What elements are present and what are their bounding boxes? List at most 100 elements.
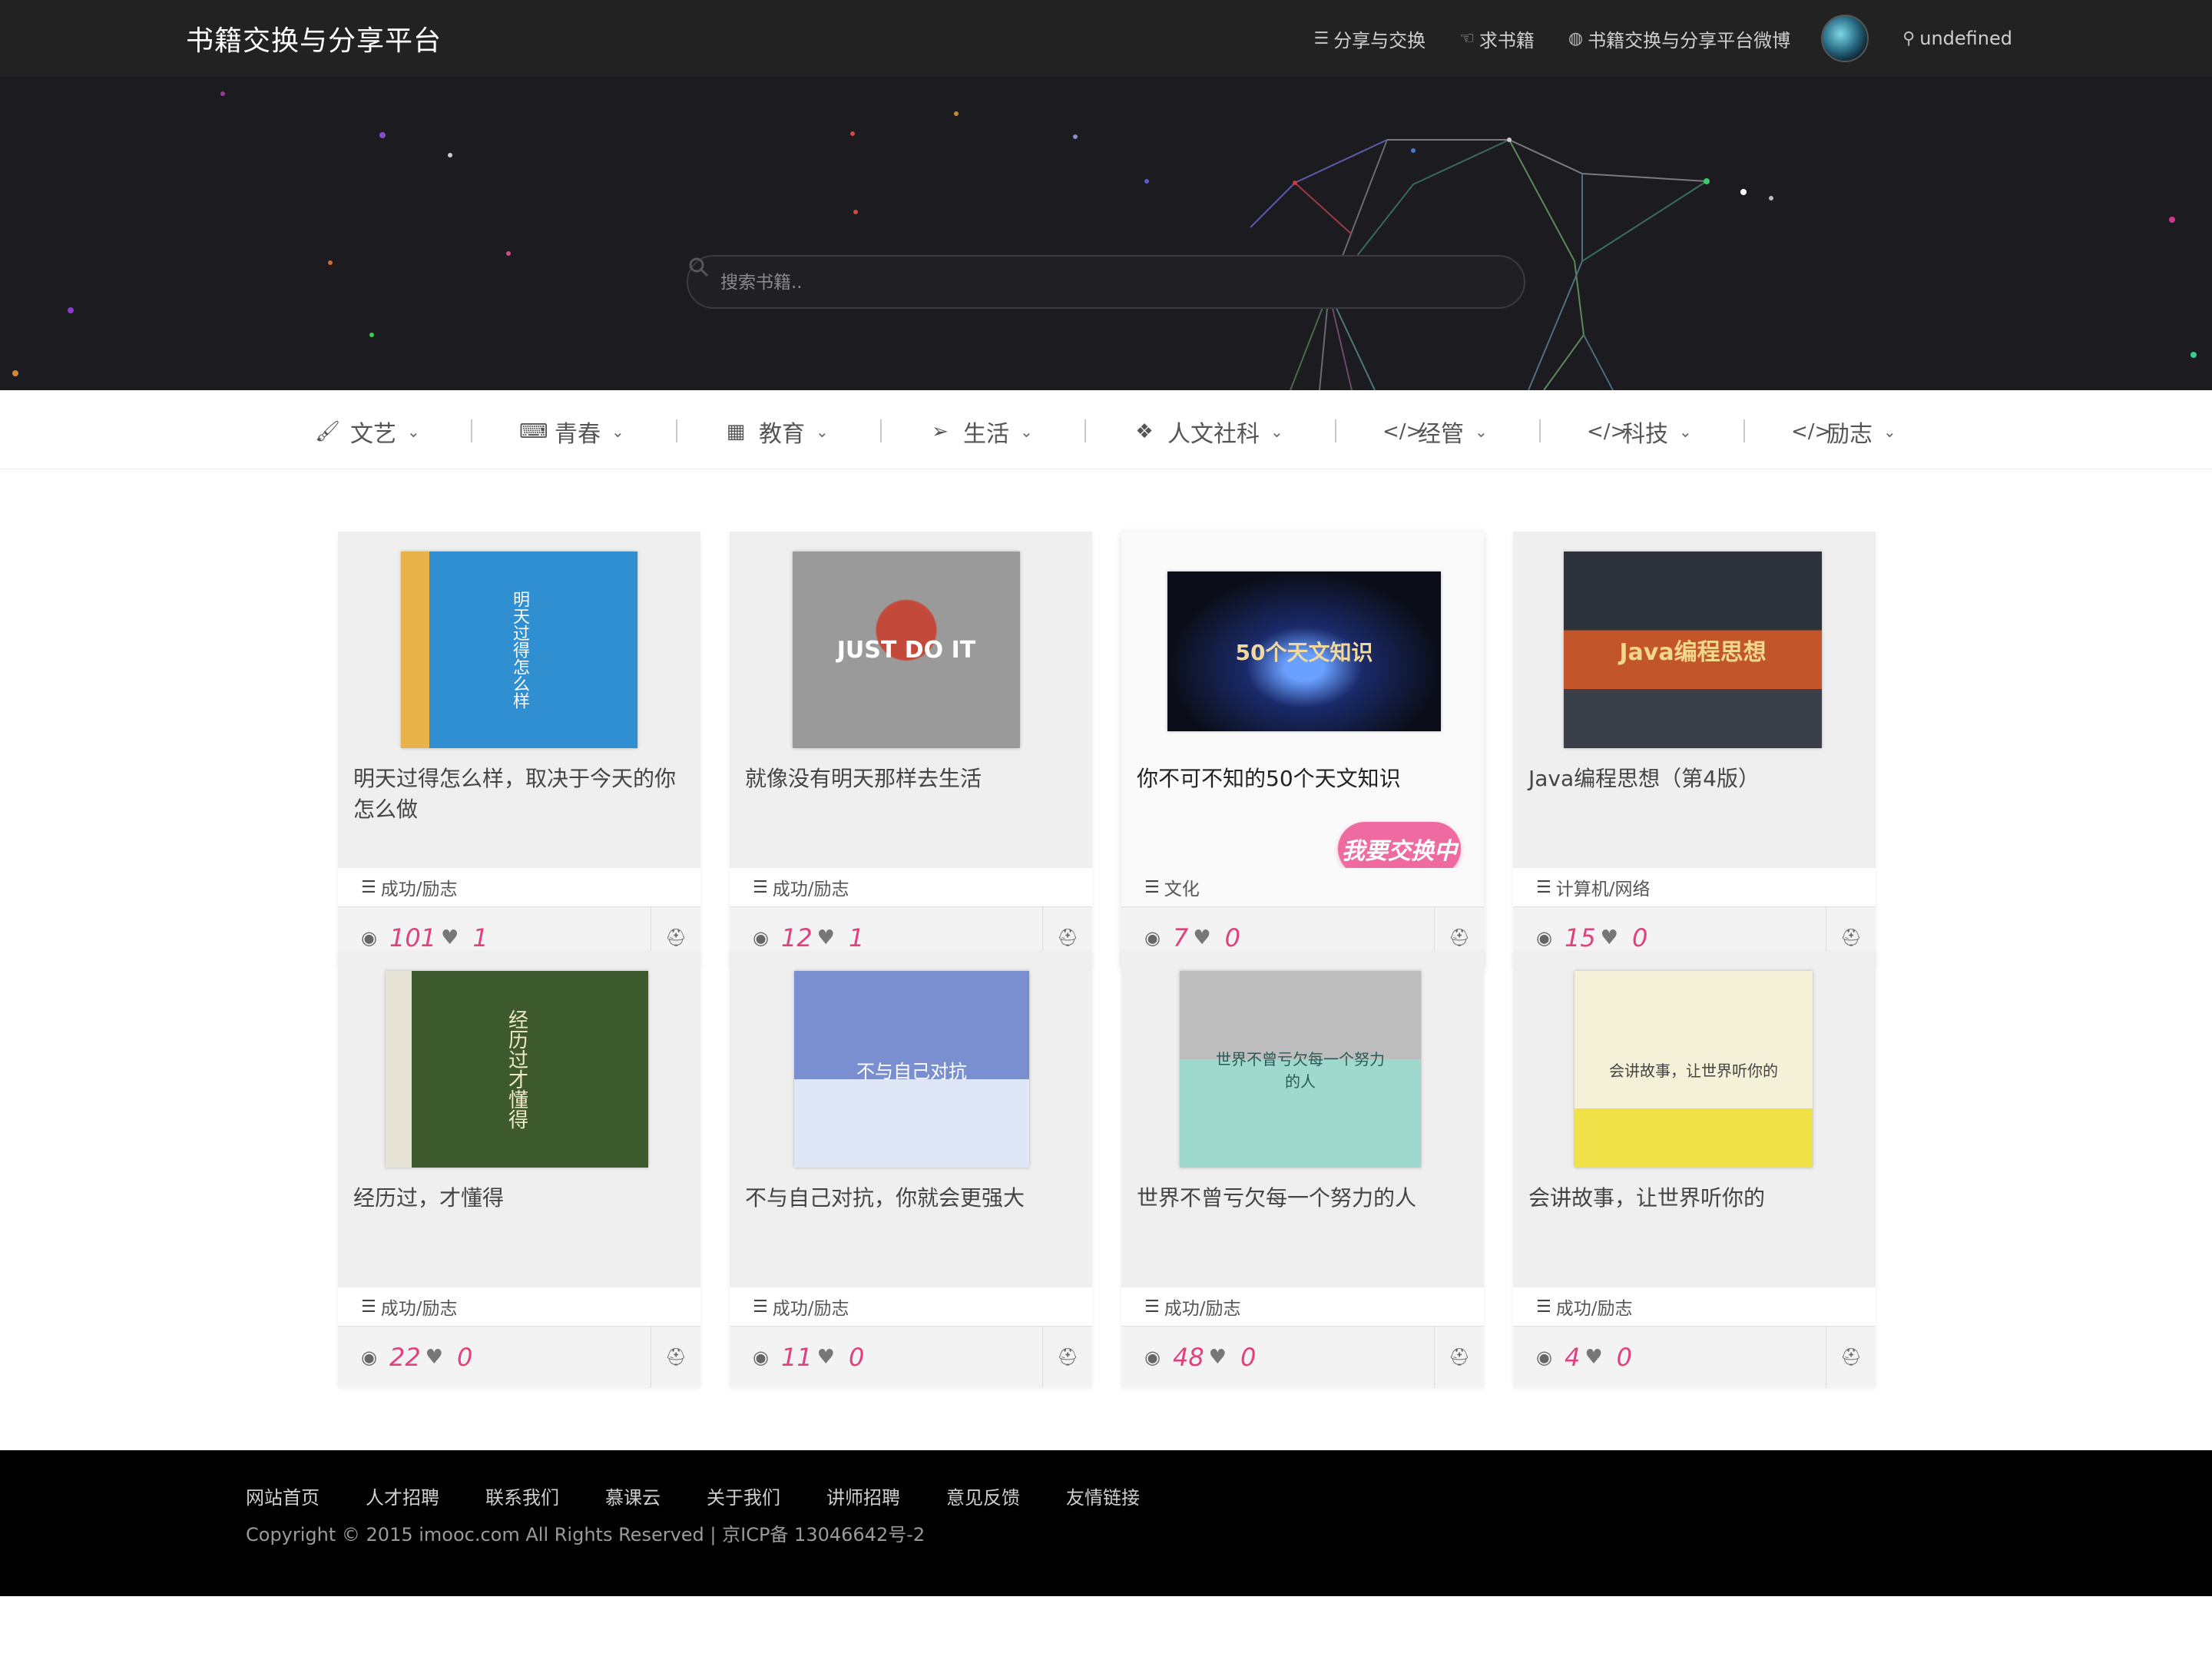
like-count: 0 — [848, 1343, 865, 1372]
heart-icon[interactable]: ♥ — [1601, 926, 1618, 949]
book-card[interactable]: Java编程思想 Java编程思想（第4版） ☰ 计算机/网络 ◉ 15 ♥ 0… — [1513, 532, 1876, 969]
book-title[interactable]: 世界不曾亏欠每一个努力的人 — [1137, 1183, 1469, 1214]
book-card[interactable]: 不与自己对抗 不与自己对抗，你就会更强大 ☰ 成功/励志 ◉ 11 ♥ 0 ⛑ — [730, 951, 1092, 1388]
category-label: 生活 — [963, 421, 1009, 448]
footer-link-contact[interactable]: 联系我们 — [485, 1483, 559, 1509]
heart-icon[interactable]: ♥ — [1193, 926, 1210, 949]
book-card[interactable]: 世界不曾亏欠每一个努力的人 世界不曾亏欠每一个努力的人 ☰ 成功/励志 ◉ 48… — [1121, 951, 1484, 1388]
book-stats: ◉ 4 ♥ 0 ⛑ — [1513, 1326, 1876, 1388]
book-cover[interactable]: 经历过才懂得 — [338, 971, 700, 1171]
book-stats: ◉ 22 ♥ 0 ⛑ — [338, 1326, 700, 1388]
book-category-label: 计算机/网络 — [1555, 880, 1651, 899]
category-qingchun[interactable]: ⌨ 青春 ⌄ — [519, 415, 624, 449]
category-renwensheke[interactable]: ❖ 人文社科 ⌄ — [1132, 415, 1283, 449]
book-cover-image: 会讲故事，让世界听你的 — [1575, 971, 1813, 1168]
nav-weibo[interactable]: ◍ 书籍交换与分享平台微博 — [1568, 25, 1790, 52]
top-navbar: 书籍交换与分享平台 ☰ 分享与交换 ☜ 求书籍 ◍ 书籍交换与分享平台微博 ⚲ … — [0, 0, 2212, 77]
page-footer: 网站首页 人才招聘 联系我们 慕课云 关于我们 讲师招聘 意见反馈 友情链接 C… — [0, 1450, 2212, 1596]
book-cover[interactable]: 世界不曾亏欠每一个努力的人 — [1121, 971, 1484, 1171]
book-cover[interactable]: Java编程思想 — [1513, 552, 1876, 751]
dropbox-icon: ❖ — [1135, 420, 1154, 443]
category-keji[interactable]: </> 科技 ⌄ — [1587, 415, 1692, 449]
footer-link-lecturer[interactable]: 讲师招聘 — [826, 1483, 900, 1509]
book-cover-image: 50个天文知识 — [1167, 571, 1441, 731]
cover-text: 会讲故事，让世界听你的 — [1609, 1061, 1778, 1080]
user-secret-icon[interactable]: ⛑ — [1826, 1327, 1876, 1388]
book-title[interactable]: 不与自己对抗，你就会更强大 — [745, 1183, 1077, 1214]
category-divider — [471, 419, 472, 442]
category-shenghuo[interactable]: ➢ 生活 ⌄ — [928, 415, 1033, 449]
nav-location[interactable]: ⚲ undefined — [1902, 28, 2012, 49]
book-stats: ◉ 11 ♥ 0 ⛑ — [730, 1326, 1092, 1388]
code-icon: </> — [1587, 420, 1628, 443]
book-title[interactable]: 就像没有明天那样去生活 — [745, 764, 1077, 794]
user-secret-icon[interactable]: ⛑ — [651, 1327, 700, 1388]
navbar-links: ☰ 分享与交换 ☜ 求书籍 ◍ 书籍交换与分享平台微博 ⚲ undefined — [1280, 0, 2012, 77]
category-jingguan[interactable]: </> 经管 ⌄ — [1382, 415, 1488, 449]
footer-link-home[interactable]: 网站首页 — [246, 1483, 320, 1509]
user-secret-icon[interactable]: ⛑ — [1042, 1327, 1092, 1388]
heart-icon[interactable]: ♥ — [441, 926, 459, 949]
site-brand[interactable]: 书籍交换与分享平台 — [186, 18, 442, 58]
book-cover[interactable]: 明天过得怎么样 — [338, 552, 700, 751]
footer-links: 网站首页 人才招聘 联系我们 慕课云 关于我们 讲师招聘 意见反馈 友情链接 — [246, 1483, 1186, 1509]
nav-share-exchange[interactable]: ☰ 分享与交换 — [1313, 25, 1426, 52]
book-cover-image: 世界不曾亏欠每一个努力的人 — [1180, 971, 1421, 1168]
heart-icon[interactable]: ♥ — [1209, 1346, 1227, 1369]
heart-icon[interactable]: ♥ — [426, 1346, 443, 1369]
nav-share-exchange-label: 分享与交换 — [1333, 29, 1426, 51]
chevron-down-icon: ⌄ — [1020, 422, 1033, 441]
like-count: 0 — [456, 1343, 473, 1372]
cover-text: JUST DO IT — [836, 636, 976, 664]
code-icon: </> — [1791, 420, 1832, 443]
footer-link-feedback[interactable]: 意见反馈 — [946, 1483, 1020, 1509]
heart-icon[interactable]: ♥ — [817, 926, 835, 949]
user-avatar[interactable] — [1821, 15, 1869, 62]
book-cover[interactable]: 50个天文知识 — [1121, 552, 1484, 751]
book-title[interactable]: 经历过，才懂得 — [353, 1183, 685, 1214]
view-count: 22 — [389, 1343, 421, 1372]
category-jiaoyu[interactable]: ▦ 教育 ⌄ — [724, 415, 829, 449]
book-cover[interactable]: 不与自己对抗 — [730, 971, 1092, 1171]
book-category: ☰ 文化 — [1121, 868, 1484, 906]
list-icon: ☰ — [1536, 877, 1551, 897]
book-cover[interactable]: JUST DO IT — [730, 552, 1092, 751]
footer-link-cloud[interactable]: 慕课云 — [605, 1483, 661, 1509]
map-marker-icon: ⚲ — [1902, 28, 1916, 48]
book-category-label: 成功/励志 — [772, 880, 849, 899]
book-title[interactable]: 你不可不知的50个天文知识 — [1137, 764, 1469, 794]
book-category-label: 成功/励志 — [380, 880, 458, 899]
category-divider — [676, 419, 677, 442]
search-icon[interactable] — [688, 257, 710, 278]
search-box — [687, 255, 1525, 309]
like-count: 0 — [1240, 1343, 1257, 1372]
chevron-down-icon: ⌄ — [1270, 422, 1283, 441]
book-card[interactable]: JUST DO IT 就像没有明天那样去生活 ☰ 成功/励志 ◉ 12 ♥ 1 … — [730, 532, 1092, 969]
heart-icon[interactable]: ♥ — [817, 1346, 835, 1369]
footer-link-jobs[interactable]: 人才招聘 — [366, 1483, 439, 1509]
search-input[interactable] — [719, 257, 1459, 309]
footer-link-friends[interactable]: 友情链接 — [1066, 1483, 1140, 1509]
book-title[interactable]: Java编程思想（第4版） — [1528, 764, 1860, 794]
book-title[interactable]: 会讲故事，让世界听你的 — [1528, 1183, 1860, 1214]
view-count: 11 — [780, 1343, 813, 1372]
book-card[interactable]: 经历过才懂得 经历过，才懂得 ☰ 成功/励志 ◉ 22 ♥ 0 ⛑ — [338, 951, 700, 1388]
nav-request-books[interactable]: ☜ 求书籍 — [1459, 25, 1535, 52]
list-icon: ☰ — [1144, 877, 1160, 897]
book-card[interactable]: 50个天文知识 你不可不知的50个天文知识 我要交换中 ☰ 文化 ◉ 7 ♥ 0… — [1121, 532, 1484, 969]
chevron-down-icon: ⌄ — [1883, 422, 1896, 441]
book-card[interactable]: 会讲故事，让世界听你的 会讲故事，让世界听你的 ☰ 成功/励志 ◉ 4 ♥ 0 … — [1513, 951, 1876, 1388]
book-card[interactable]: 明天过得怎么样 明天过得怎么样，取决于今天的你怎么做 ☰ 成功/励志 ◉ 101… — [338, 532, 700, 969]
list-icon: ☰ — [753, 877, 768, 897]
category-lizhi[interactable]: </> 励志 ⌄ — [1791, 415, 1896, 449]
user-secret-icon[interactable]: ⛑ — [1434, 1327, 1484, 1388]
heart-icon[interactable]: ♥ — [1584, 1346, 1602, 1369]
eye-icon: ◉ — [1144, 1347, 1161, 1368]
book-title[interactable]: 明天过得怎么样，取决于今天的你怎么做 — [353, 764, 685, 825]
copyright-text: Copyright © 2015 imooc.com All Rights Re… — [246, 1524, 926, 1545]
footer-link-about[interactable]: 关于我们 — [707, 1483, 780, 1509]
category-wenyi[interactable]: 🖌 文艺 ⌄ — [315, 415, 420, 449]
book-cover-image: 经历过才懂得 — [386, 971, 648, 1168]
book-cover[interactable]: 会讲故事，让世界听你的 — [1513, 971, 1876, 1171]
view-count: 4 — [1564, 1343, 1581, 1372]
